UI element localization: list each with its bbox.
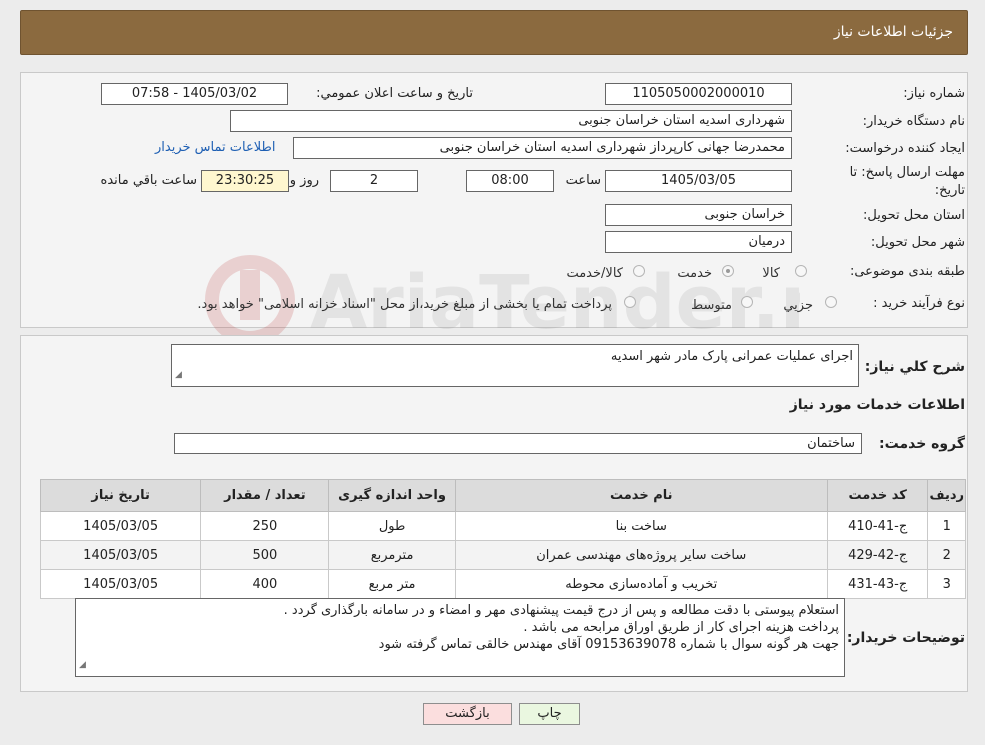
- summary-field: اجرای عملیات عمرانی پارک مادر شهر اسدیه …: [171, 344, 859, 387]
- remaining-label: ساعت باقي مانده: [100, 173, 197, 188]
- creator-field: محمدرضا جهانی کارپرداز شهرداری اسدیه است…: [293, 137, 792, 159]
- deadline-label: مهلت ارسال پاسخ: تا: [849, 165, 965, 180]
- col-need-date: تاریخ نیاز: [39, 479, 202, 512]
- remaining-time-field: 23:30:25: [201, 170, 289, 192]
- cell-need-date: 1405/03/05: [39, 540, 202, 570]
- summary-text: اجرای عملیات عمرانی پارک مادر شهر اسدیه: [610, 349, 853, 364]
- services-table-wrap: ردیف کد خدمت نام خدمت واحد اندازه گیری ت…: [39, 479, 966, 599]
- table-row: 2 ج-42-429 ساخت سایر پروژه‌های مهندسی عم…: [39, 540, 966, 570]
- cell-service-name: تخریب و آماده‌سازی محوطه: [454, 569, 828, 599]
- need-number-field: 1105050002000010: [605, 83, 792, 105]
- category-radio-goods[interactable]: [795, 265, 807, 277]
- buyer-note-line: جهت هر گونه سوال با شماره 09153639078 آق…: [378, 637, 839, 652]
- cell-row-number: 3: [927, 569, 966, 599]
- cell-quantity: 500: [200, 540, 330, 570]
- page-title: جزئیات اطلاعات نیاز: [833, 24, 953, 40]
- process-option-small: جزیي: [783, 298, 813, 313]
- buyer-note-line: استعلام پیوستی با دقت مطالعه و پس از درج…: [283, 603, 839, 618]
- service-group-label: گروه خدمت:: [879, 436, 965, 452]
- buyer-notes-field: استعلام پیوستی با دقت مطالعه و پس از درج…: [75, 598, 845, 677]
- city-label: شهر محل تحویل:: [870, 235, 965, 250]
- cell-service-name: ساخت بنا: [454, 511, 828, 541]
- cell-quantity: 400: [200, 569, 330, 599]
- process-radio-treasury[interactable]: [624, 296, 636, 308]
- category-option-goods-service: کالا/خدمت: [566, 266, 623, 281]
- cell-service-name: ساخت سایر پروژه‌های مهندسی عمران: [454, 540, 828, 570]
- category-option-service: خدمت: [677, 266, 712, 281]
- city-field: درمیان: [605, 231, 792, 253]
- buyer-note-line: پرداخت هزینه اجرای کار از طریق اوراق مرا…: [523, 620, 839, 635]
- buyer-contact-link[interactable]: اطلاعات تماس خریدار: [155, 140, 275, 155]
- remaining-days-field: 2: [330, 170, 418, 192]
- summary-label: شرح کلي نیاز:: [864, 359, 965, 375]
- resize-grip-icon[interactable]: ◢: [79, 657, 86, 674]
- buyer-org-field: شهرداری اسدیه استان خراسان جنوبی: [230, 110, 792, 132]
- services-section-title: اطلاعات خدمات مورد نیاز: [789, 397, 965, 413]
- cell-service-code: ج-43-431: [826, 569, 929, 599]
- cell-row-number: 1: [927, 511, 966, 541]
- cell-unit: طول: [328, 511, 456, 541]
- days-label: روز و: [289, 173, 319, 188]
- table-header-row: ردیف کد خدمت نام خدمت واحد اندازه گیری ت…: [39, 479, 966, 512]
- category-radio-service[interactable]: [722, 265, 734, 277]
- process-option-medium: متوسط: [691, 298, 732, 313]
- col-service-code: کد خدمت: [826, 479, 929, 512]
- need-number-label: شماره نیاز:: [903, 86, 965, 101]
- announce-date-label: تاریخ و ساعت اعلان عمومي:: [316, 86, 473, 101]
- cell-service-code: ج-42-429: [826, 540, 929, 570]
- category-radio-goods-service[interactable]: [633, 265, 645, 277]
- cell-unit: مترمربع: [328, 540, 456, 570]
- cell-service-code: ج-41-410: [826, 511, 929, 541]
- province-label: استان محل تحویل:: [863, 208, 965, 223]
- cell-quantity: 250: [200, 511, 330, 541]
- resize-grip-icon[interactable]: ◢: [175, 367, 182, 384]
- creator-label: ایجاد کننده درخواست:: [845, 141, 965, 156]
- deadline-label-date: تاریخ:: [934, 183, 965, 198]
- category-label: طبقه بندی موضوعی:: [849, 264, 965, 279]
- process-radio-medium[interactable]: [741, 296, 753, 308]
- process-label: نوع فرآیند خرید :: [873, 296, 965, 311]
- buyer-org-label: نام دستگاه خریدار:: [862, 114, 965, 129]
- table-row: 1 ج-41-410 ساخت بنا طول 250 1405/03/05: [39, 511, 966, 541]
- deadline-time-field: 08:00: [466, 170, 554, 192]
- col-unit: واحد اندازه گیری: [328, 479, 456, 512]
- deadline-time-label: ساعت: [565, 173, 601, 188]
- col-row-number: ردیف: [927, 479, 966, 512]
- col-service-name: نام خدمت: [454, 479, 828, 512]
- deadline-date-field: 1405/03/05: [605, 170, 792, 192]
- cell-need-date: 1405/03/05: [39, 569, 202, 599]
- services-table: ردیف کد خدمت نام خدمت واحد اندازه گیری ت…: [39, 479, 966, 599]
- announce-date-field: 1405/03/02 - 07:58: [101, 83, 288, 105]
- process-treasury-note: پرداخت تمام یا بخشی از مبلغ خرید،از محل …: [197, 297, 612, 312]
- process-radio-small[interactable]: [825, 296, 837, 308]
- buyer-notes-label: توضیحات خریدار:: [846, 630, 965, 646]
- category-option-goods: کالا: [762, 266, 780, 281]
- cell-unit: متر مربع: [328, 569, 456, 599]
- back-button[interactable]: بازگشت: [423, 703, 512, 725]
- cell-row-number: 2: [927, 540, 966, 570]
- service-group-field: ساختمان: [174, 433, 862, 454]
- province-field: خراسان جنوبی: [605, 204, 792, 226]
- col-quantity: تعداد / مقدار: [200, 479, 330, 512]
- page-header: جزئیات اطلاعات نیاز: [20, 10, 968, 55]
- cell-need-date: 1405/03/05: [39, 511, 202, 541]
- table-row: 3 ج-43-431 تخریب و آماده‌سازی محوطه متر …: [39, 569, 966, 599]
- print-button[interactable]: چاپ: [519, 703, 580, 725]
